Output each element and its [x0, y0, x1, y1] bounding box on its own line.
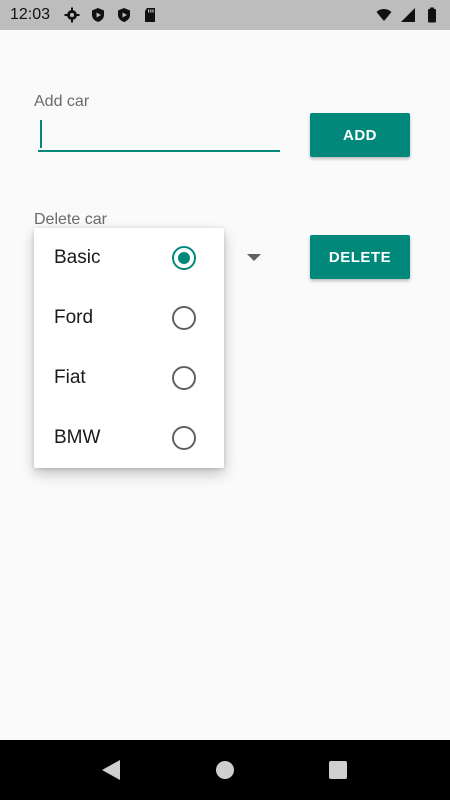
play-shield-icon: [92, 8, 105, 22]
option-label: Basic: [54, 247, 101, 268]
status-icons-right: [376, 7, 440, 23]
dropdown-option-basic[interactable]: Basic: [34, 228, 224, 288]
wifi-icon: [376, 9, 392, 21]
dropdown-option-fiat[interactable]: Fiat: [34, 348, 224, 408]
signal-icon: [401, 8, 415, 22]
status-icons-left: [64, 7, 158, 23]
back-icon[interactable]: [102, 760, 120, 780]
radio-unchecked-icon[interactable]: [172, 366, 196, 390]
navigation-bar: [0, 740, 450, 800]
radio-unchecked-icon[interactable]: [172, 306, 196, 330]
status-bar: 12:03: [0, 0, 450, 30]
option-label: BMW: [54, 427, 101, 448]
add-button[interactable]: ADD: [310, 113, 410, 157]
add-car-label: Add car: [34, 93, 90, 110]
option-label: Fiat: [54, 367, 86, 388]
recents-icon[interactable]: [329, 761, 347, 779]
sd-card-icon: [145, 8, 156, 22]
dropdown-arrow-icon[interactable]: [247, 254, 261, 261]
screen: 12:03 Add car ADD Delete car DELETE Basi…: [0, 0, 450, 800]
status-time: 12:03: [10, 6, 51, 23]
car-dropdown-menu: Basic Ford Fiat BMW: [34, 228, 224, 468]
battery-icon: [428, 7, 436, 23]
play-shield-icon: [118, 8, 131, 22]
text-cursor: [40, 120, 42, 148]
add-car-field-wrapper: [38, 116, 280, 154]
radio-checked-icon[interactable]: [172, 246, 196, 270]
add-car-input[interactable]: [38, 116, 280, 152]
gear-icon: [64, 7, 80, 23]
delete-car-label: Delete car: [34, 211, 107, 228]
delete-button[interactable]: DELETE: [310, 235, 410, 279]
option-label: Ford: [54, 307, 94, 328]
radio-unchecked-icon[interactable]: [172, 426, 196, 450]
dropdown-option-ford[interactable]: Ford: [34, 288, 224, 348]
home-icon[interactable]: [216, 761, 234, 779]
dropdown-option-bmw[interactable]: BMW: [34, 408, 224, 468]
